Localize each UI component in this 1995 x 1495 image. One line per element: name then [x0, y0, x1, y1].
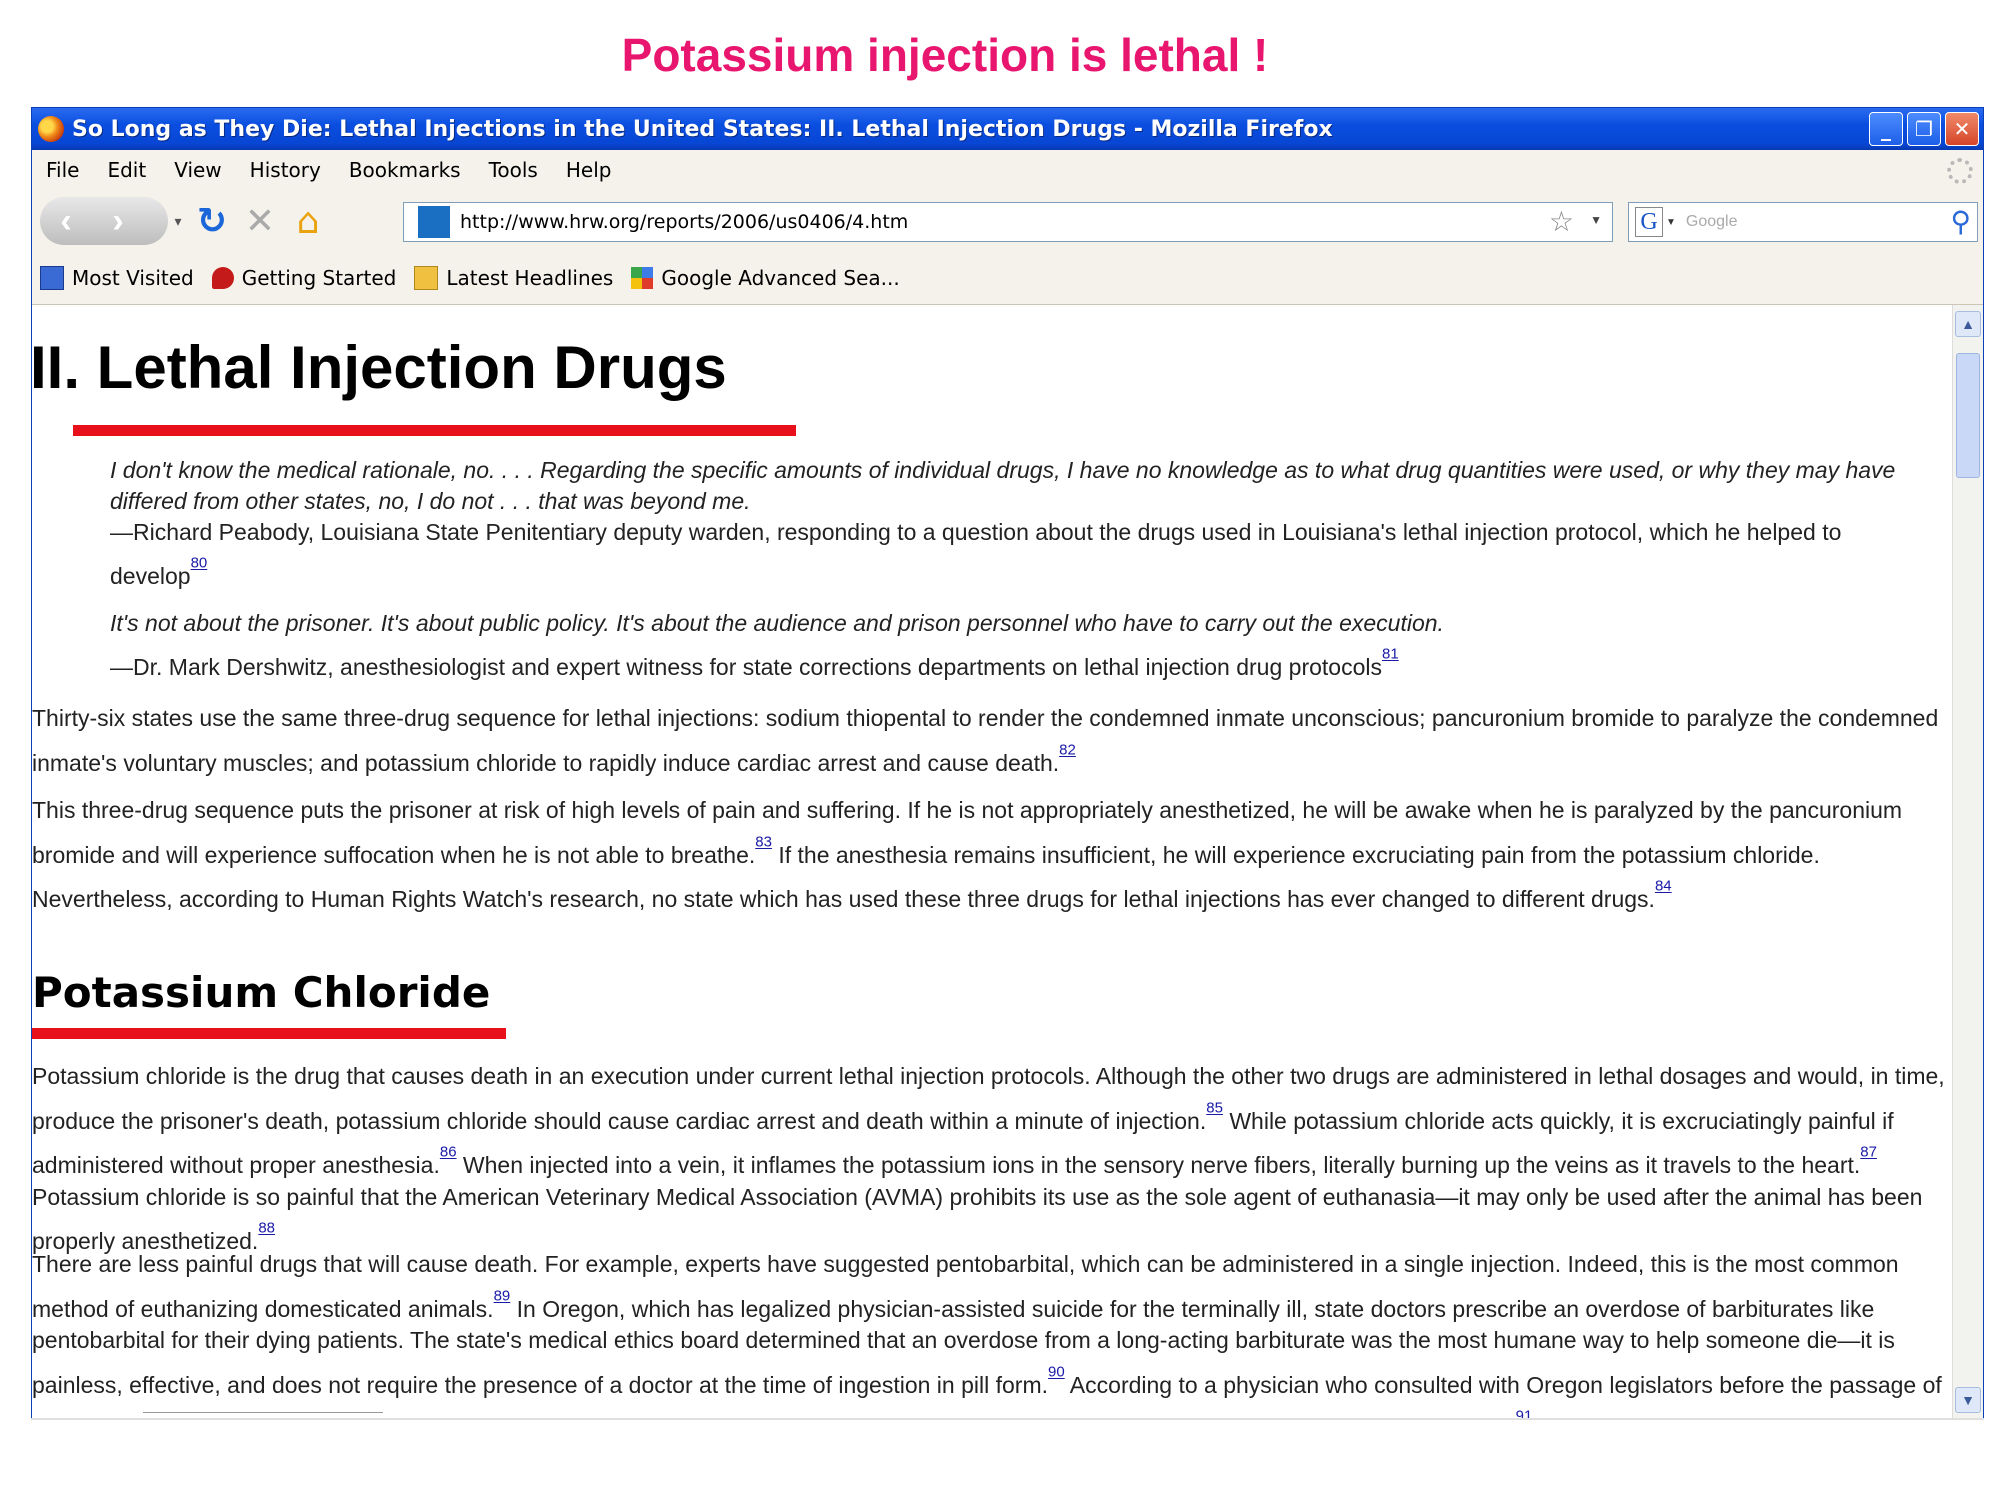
bookmarks-toolbar: Most Visited Getting Started Latest Head…: [32, 252, 1983, 305]
bookmark-label: Google Advanced Sea...: [661, 266, 900, 290]
url-dropdown-icon[interactable]: ▼: [1590, 213, 1602, 227]
footnote-link[interactable]: 80: [191, 555, 208, 572]
url-text[interactable]: http://www.hrw.org/reports/2006/us0406/4…: [460, 211, 908, 233]
menu-history[interactable]: History: [250, 158, 321, 182]
reload-icon[interactable]: ↻: [188, 201, 236, 242]
footnote-link[interactable]: 86: [440, 1144, 457, 1161]
scroll-down-icon[interactable]: ▼: [1955, 1387, 1981, 1413]
footnote-link[interactable]: 87: [1860, 1144, 1877, 1161]
stop-icon[interactable]: ✕: [236, 201, 284, 242]
back-forward-buttons: ‹ ›: [40, 197, 168, 245]
vertical-scrollbar[interactable]: ▲ ▼: [1952, 305, 1983, 1419]
footnote-link[interactable]: 84: [1655, 878, 1672, 895]
quote-2: It's not about the prisoner. It's about …: [110, 608, 1920, 683]
navigation-toolbar: ‹ › ▾ ↻ ✕ ⌂ http://www.hrw.org/reports/2…: [32, 190, 1983, 252]
google-icon: [631, 267, 654, 289]
restore-button[interactable]: ❐: [1907, 112, 1941, 146]
page-heading: II. Lethal Injection Drugs: [32, 334, 727, 401]
quote-1-attribution: —Richard Peabody, Louisiana State Penite…: [110, 519, 1842, 590]
paragraph-3-text-c: When injected into a vein, it inflames t…: [456, 1152, 1861, 1179]
history-dropdown-icon[interactable]: ▾: [168, 213, 188, 230]
quote-2-attribution: —Dr. Mark Dershwitz, anesthesiologist an…: [110, 654, 1382, 681]
scrollbar-thumb[interactable]: [1956, 353, 1980, 478]
footnote-link[interactable]: 85: [1206, 1100, 1223, 1117]
quote-2-text: It's not about the prisoner. It's about …: [110, 610, 1444, 636]
menu-bookmarks[interactable]: Bookmarks: [349, 158, 461, 182]
search-magnifier-icon[interactable]: ⚲: [1950, 205, 1971, 238]
close-button[interactable]: ✕: [1945, 112, 1979, 146]
paragraph-3-text-d: Potassium chloride is so painful that th…: [32, 1183, 1923, 1255]
menu-help[interactable]: Help: [566, 158, 612, 182]
quote-1: I don't know the medical rationale, no. …: [110, 455, 1920, 592]
bookmark-label: Getting Started: [241, 266, 397, 290]
bookmark-latest-headlines[interactable]: Latest Headlines: [414, 266, 613, 290]
menu-view[interactable]: View: [174, 158, 221, 182]
getting-started-icon: [211, 267, 234, 289]
bookmark-most-visited[interactable]: Most Visited: [40, 266, 194, 290]
rss-folder-icon: [414, 266, 439, 290]
paragraph-4: There are less painful drugs that will c…: [32, 1249, 1952, 1419]
home-icon[interactable]: ⌂: [284, 201, 332, 242]
google-search-engine-icon[interactable]: G: [1635, 207, 1663, 237]
paragraph-1: Thirty-six states use the same three-dru…: [32, 703, 1952, 779]
most-visited-icon: [40, 266, 64, 290]
footnote-link[interactable]: 89: [494, 1288, 511, 1305]
search-input[interactable]: Google: [1686, 213, 1738, 231]
site-favicon-icon: [418, 206, 450, 238]
bookmark-label: Latest Headlines: [446, 266, 614, 290]
title-bar[interactable]: So Long as They Die: Lethal Injections i…: [32, 108, 1983, 150]
address-bar[interactable]: http://www.hrw.org/reports/2006/us0406/4…: [403, 202, 1613, 242]
search-box[interactable]: G ▼ Google ⚲: [1628, 202, 1978, 242]
paragraph-3: Potassium chloride is the drug that caus…: [32, 1061, 1952, 1258]
slide-title: Potassium injection is lethal !: [621, 29, 1269, 81]
section-heading: Potassium Chloride: [32, 968, 491, 1017]
menu-edit[interactable]: Edit: [107, 158, 146, 182]
menu-tools[interactable]: Tools: [489, 158, 538, 182]
firefox-icon: [38, 116, 64, 142]
browser-window: So Long as They Die: Lethal Injections i…: [31, 107, 1984, 1420]
search-engine-dropdown-icon[interactable]: ▼: [1666, 217, 1676, 228]
window-controls: _ ❐ ✕: [1869, 112, 1979, 146]
quote-1-text: I don't know the medical rationale, no. …: [110, 457, 1896, 514]
footnote-link[interactable]: 83: [755, 834, 772, 851]
heading-red-underline: [73, 425, 796, 436]
menu-file[interactable]: File: [46, 158, 79, 182]
footnote-link[interactable]: 82: [1059, 742, 1076, 759]
footnote-link[interactable]: 90: [1048, 1364, 1065, 1381]
bookmark-label: Most Visited: [72, 266, 194, 290]
footnote-link[interactable]: 81: [1382, 646, 1399, 663]
footnote-link[interactable]: 88: [258, 1220, 275, 1237]
back-arrow-icon[interactable]: ‹: [40, 202, 92, 241]
subheading-red-underline: [32, 1028, 506, 1039]
bookmark-star-icon[interactable]: ☆: [1549, 205, 1574, 238]
scroll-up-icon[interactable]: ▲: [1955, 311, 1981, 337]
page-content: II. Lethal Injection Drugs I don't know …: [32, 305, 1952, 1419]
status-bar-panel: [143, 1412, 383, 1421]
paragraph-2: This three-drug sequence puts the prison…: [32, 795, 1952, 916]
window-title: So Long as They Die: Lethal Injections i…: [72, 116, 1333, 142]
paragraph-1-text: Thirty-six states use the same three-dru…: [32, 705, 1939, 776]
bookmark-getting-started[interactable]: Getting Started: [211, 266, 397, 290]
throbber-icon: [1947, 158, 1973, 184]
minimize-button[interactable]: _: [1869, 112, 1903, 146]
bookmark-google-advanced-search[interactable]: Google Advanced Sea...: [631, 266, 900, 290]
forward-arrow-icon[interactable]: ›: [92, 202, 144, 241]
menu-bar: File Edit View History Bookmarks Tools H…: [32, 150, 1983, 190]
